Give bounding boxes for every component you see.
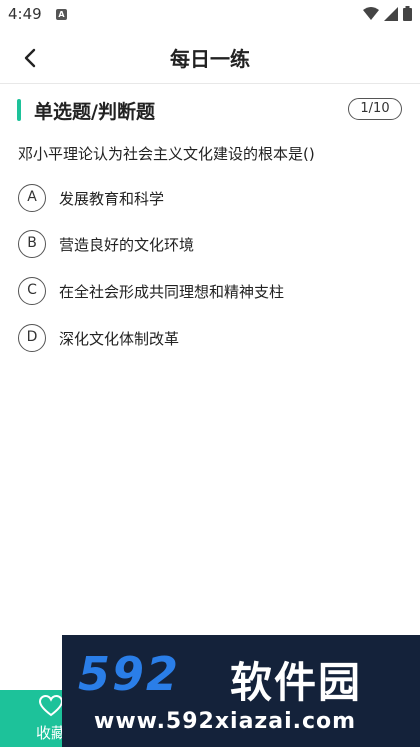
status-bar: 4:49 A [0,0,420,30]
option-letter: B [18,230,46,258]
question-progress-badge: 1/10 [348,98,402,120]
app-screen: 4:49 A 每日一练 单选题/判断题 1/10 邓小平理论认为社会主义文化建设… [0,0,420,747]
option-text: 营造良好的文化环境 [59,235,195,254]
option-text: 发展教育和科学 [59,189,165,208]
heart-icon [39,695,63,717]
wifi-icon [363,6,379,20]
option-d[interactable]: D 深化文化体制改革 [18,323,398,353]
page-title: 每日一练 [170,47,250,71]
battery-icon [403,6,412,21]
watermark-logo-number: 592 [78,647,181,701]
question-type: 单选题/判断题 [34,101,155,123]
signal-icon [384,6,398,21]
option-c[interactable]: C 在全社会形成共同理想和精神支柱 [18,276,398,306]
favorite-button[interactable]: 收藏 [0,690,70,747]
option-letter: C [18,277,46,305]
watermark-url: www.592xiazai.com [94,709,357,734]
watermark-brand: 软件园 [230,658,363,707]
title-bar: 每日一练 [0,30,420,84]
status-time: 4:49 [8,5,42,23]
watermark-overlay: 592 软件园 www.592xiazai.com [62,635,420,747]
status-icons [363,6,412,21]
notification-app-icon: A [56,9,67,20]
option-text: 深化文化体制改革 [59,329,180,348]
option-b[interactable]: B 营造良好的文化环境 [18,229,398,259]
question-text: 邓小平理论认为社会主义文化建设的根本是() [18,145,315,163]
accent-bar [17,99,21,121]
option-text: 在全社会形成共同理想和精神支柱 [59,282,285,301]
option-a[interactable]: A 发展教育和科学 [18,183,398,213]
option-letter: D [18,324,46,352]
option-letter: A [18,184,46,212]
question-header: 单选题/判断题 1/10 [0,96,420,126]
